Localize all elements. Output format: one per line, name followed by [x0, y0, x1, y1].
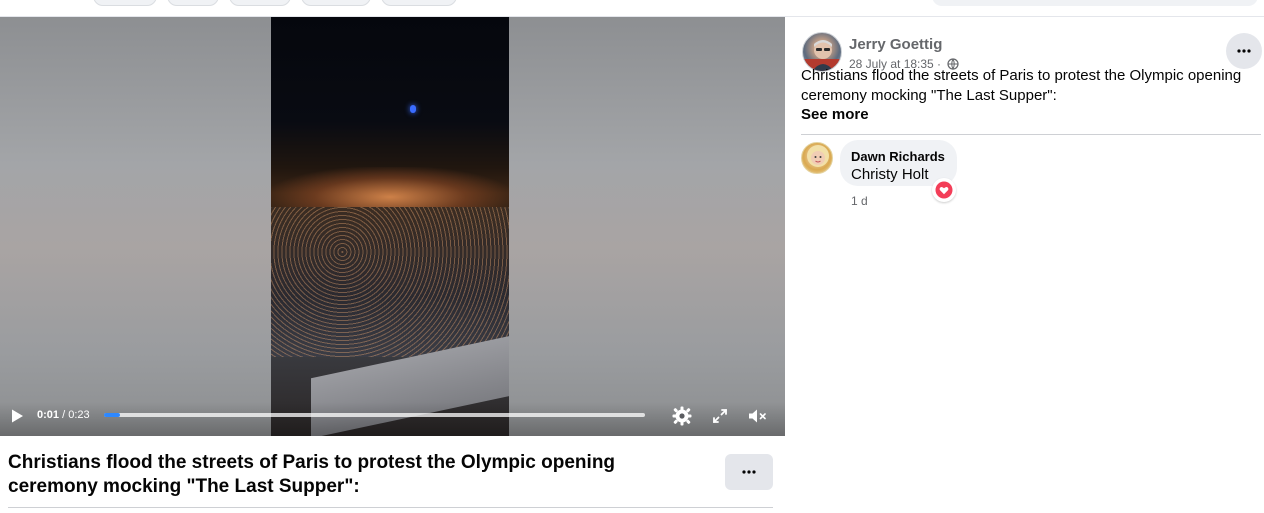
see-more-link[interactable]: See more: [801, 106, 869, 123]
post-more-button[interactable]: [1226, 33, 1262, 69]
duration: 0:23: [68, 409, 90, 421]
video-caption: Christians flood the streets of Paris to…: [8, 452, 616, 497]
video-time: 0:01 / 0:23: [37, 409, 90, 421]
video-progress-fill: [104, 413, 121, 417]
nav-button[interactable]: [167, 0, 219, 6]
more-dots-icon: [1237, 49, 1251, 53]
post-text: Christians flood the streets of Paris to…: [801, 67, 1242, 104]
muted-speaker-icon[interactable]: [746, 405, 768, 427]
video-progress-bar[interactable]: [104, 413, 645, 417]
search-input[interactable]: [932, 0, 1258, 6]
divider: [8, 507, 773, 508]
video-controls: 0:01 / 0:23: [0, 402, 785, 436]
gear-icon[interactable]: [671, 405, 693, 427]
divider: [801, 134, 1261, 135]
video-light: [410, 105, 416, 113]
nav-button[interactable]: [301, 0, 371, 6]
top-navigation-bar: [0, 0, 1264, 17]
commenter-avatar[interactable]: [801, 142, 833, 174]
current-time: 0:01: [37, 409, 60, 421]
more-dots-icon: [742, 470, 756, 474]
comment-text: Christy Holt: [851, 166, 929, 183]
nav-button[interactable]: [381, 0, 457, 6]
comment-author[interactable]: Dawn Richards: [851, 149, 945, 164]
fullscreen-icon[interactable]: [709, 405, 731, 427]
heart-reaction-icon: [935, 181, 953, 199]
nav-button[interactable]: [93, 0, 157, 6]
caption-more-button[interactable]: [725, 454, 773, 490]
reaction-badge[interactable]: [932, 178, 956, 202]
video-crowd: [271, 207, 509, 357]
video-player[interactable]: 0:01 / 0:23: [0, 17, 785, 436]
comment-age[interactable]: 1 d: [851, 194, 868, 208]
post-author[interactable]: Jerry Goettig: [849, 36, 942, 53]
play-icon[interactable]: [9, 408, 25, 424]
time-separator: /: [62, 409, 66, 421]
video-frame: [271, 17, 509, 436]
post-panel: Jerry Goettig 28 July at 18:35 · Christi…: [785, 17, 1264, 513]
nav-button[interactable]: [229, 0, 291, 6]
